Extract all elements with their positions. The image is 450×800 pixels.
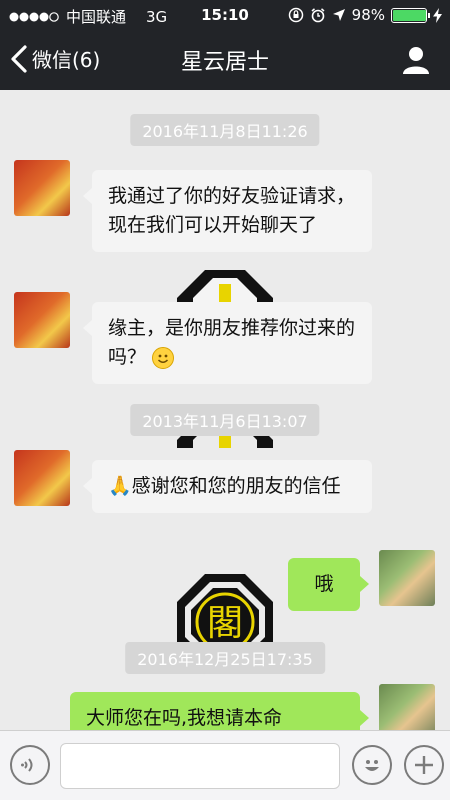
location-arrow-icon bbox=[332, 9, 345, 21]
plus-icon bbox=[415, 756, 433, 774]
avatar[interactable] bbox=[14, 160, 70, 216]
status-right: 98% bbox=[288, 6, 442, 24]
chat-title: 星云居士 bbox=[180, 50, 269, 75]
timestamp: 2016年12月25日17:35 bbox=[125, 642, 325, 674]
message-text: 缘主，是你朋友推荐你过来的吗？ bbox=[108, 317, 356, 368]
watermark-glyph: 閣 bbox=[207, 603, 243, 644]
praying-hands-emoji-icon: 🙏 bbox=[108, 475, 132, 497]
emoji-icon bbox=[365, 760, 379, 771]
lock-rotation-icon bbox=[288, 7, 303, 23]
alarm-icon bbox=[311, 8, 325, 23]
message-text: 感谢您和您的朋友的信任 bbox=[131, 475, 341, 497]
battery-percent: 98% bbox=[351, 6, 385, 24]
user-profile-icon[interactable] bbox=[400, 44, 432, 76]
battery-icon bbox=[391, 7, 430, 23]
battery-fill bbox=[393, 9, 427, 21]
plus-button[interactable] bbox=[404, 745, 444, 785]
avatar[interactable] bbox=[379, 684, 435, 730]
avatar[interactable] bbox=[379, 550, 435, 606]
message-bubble[interactable]: 🙏感谢您和您的朋友的信任 bbox=[83, 460, 372, 513]
message-bubble[interactable]: 我通过了你的好友验证请求，现在我们可以开始聊天了 bbox=[83, 170, 372, 252]
timestamp: 2013年11月6日13:07 bbox=[130, 404, 320, 436]
avatar[interactable] bbox=[14, 292, 70, 348]
input-bar bbox=[0, 730, 450, 800]
message-bubble[interactable]: 大师您在吗,我想请本命 bbox=[70, 692, 369, 730]
voice-button[interactable] bbox=[10, 745, 50, 785]
chat-area[interactable]: 閣 2016年11月8日11:26 我通过了你的好友验证请求，现在我们可以开始聊… bbox=[0, 90, 450, 730]
nav-bar: 微信(6) 星云居士 bbox=[0, 30, 450, 90]
voice-icon bbox=[21, 758, 33, 772]
status-bar: 中国联通 3G 15:10 98% bbox=[0, 0, 450, 30]
message-bubble[interactable]: 缘主，是你朋友推荐你过来的吗？ bbox=[83, 302, 372, 384]
smile-emoji-icon bbox=[152, 346, 175, 369]
message-input[interactable] bbox=[60, 743, 340, 789]
timestamp: 2016年11月8日11:26 bbox=[130, 114, 320, 146]
avatar[interactable] bbox=[14, 450, 70, 506]
message-bubble[interactable]: 哦 bbox=[288, 558, 369, 611]
emoji-button[interactable] bbox=[352, 745, 392, 785]
charging-bolt-icon bbox=[433, 7, 442, 23]
bagua-watermark bbox=[177, 270, 273, 302]
